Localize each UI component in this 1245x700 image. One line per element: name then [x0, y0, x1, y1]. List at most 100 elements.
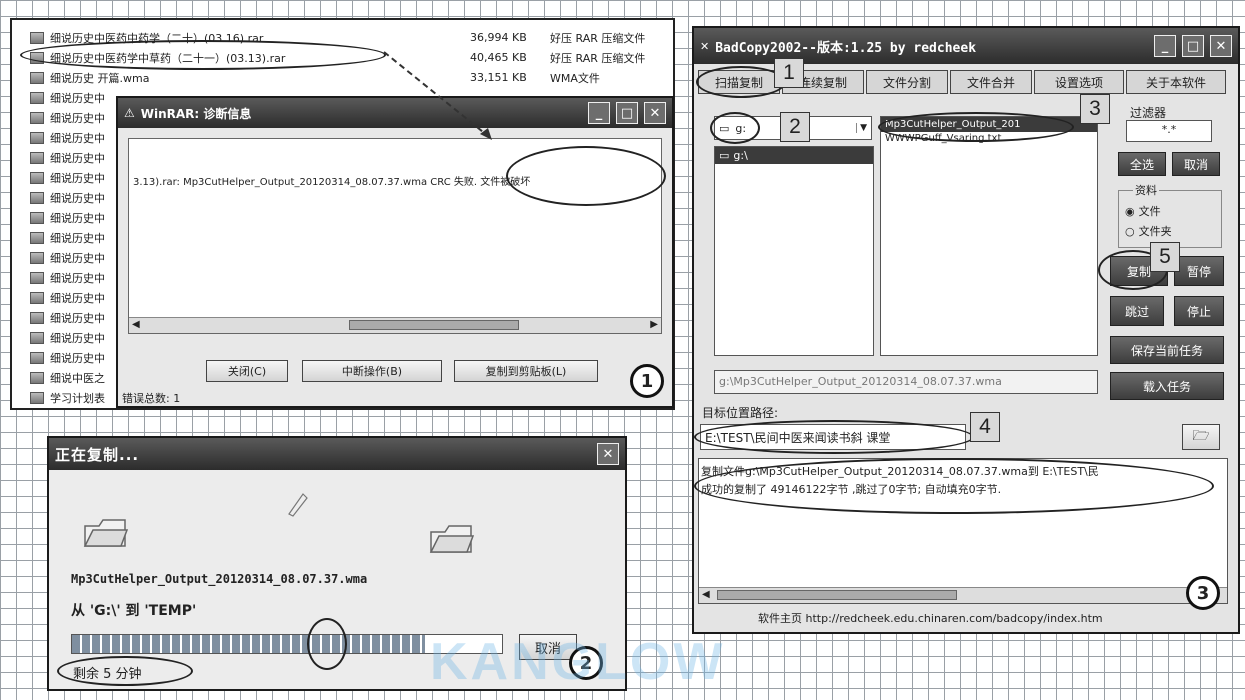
annotation-ellipse: [20, 40, 386, 70]
scroll-left-arrow-icon[interactable]: ◀: [702, 589, 710, 600]
dialog-titlebar: 正在复制... ✕: [49, 438, 625, 470]
file-icon: [30, 311, 44, 324]
copy-from-to: 从 'G:\' 到 'TEMP': [71, 603, 197, 619]
file-list-row[interactable]: 细说历史中: [30, 288, 105, 307]
file-name: 细说历史中: [50, 291, 105, 305]
file-name: 细说历史中: [50, 171, 105, 185]
scroll-thumb[interactable]: [349, 320, 519, 330]
app-icon: ✕: [700, 39, 710, 53]
file-list-row[interactable]: 细说历史中: [30, 348, 105, 367]
horizontal-scrollbar[interactable]: ◀: [699, 587, 1227, 603]
file-name: 细说历史中: [50, 111, 105, 125]
save-task-button[interactable]: 保存当前任务: [1110, 336, 1224, 364]
file-list-row[interactable]: 细说中医之: [30, 368, 105, 387]
maximize-button[interactable]: □: [1182, 35, 1204, 57]
tree-item-label: g:\: [733, 149, 748, 162]
tab-file-split[interactable]: 文件分割: [866, 70, 948, 94]
minimize-button[interactable]: _: [1154, 35, 1176, 57]
file-name: 细说历史中: [50, 351, 105, 365]
select-all-button[interactable]: 全选: [1118, 152, 1166, 176]
file-list-row[interactable]: 细说历史中: [30, 88, 105, 107]
file-icon: [30, 131, 44, 144]
file-icon: [30, 351, 44, 364]
file-list-row[interactable]: 学习计划表: [30, 388, 105, 407]
stop-button[interactable]: 停止: [1174, 296, 1224, 326]
file-list[interactable]: Mp3CutHelper_Output_201 WWWPGuff_Vsaring…: [880, 116, 1098, 356]
file-list-row[interactable]: 细说历史中: [30, 248, 105, 267]
scroll-left-arrow-icon[interactable]: ◀: [132, 319, 140, 330]
step-marker: 3: [1186, 576, 1220, 610]
file-list-row[interactable]: 细说历史中: [30, 328, 105, 347]
copy-to-clipboard-button[interactable]: 复制到剪贴板(L): [454, 360, 598, 382]
file-icon: [30, 231, 44, 244]
radio-checked-icon[interactable]: ◉: [1125, 205, 1135, 218]
copying-filename: Mp3CutHelper_Output_20120314_08.07.37.wm…: [71, 572, 368, 586]
file-list-row[interactable]: 细说历史中: [30, 108, 105, 127]
file-icon: [30, 71, 44, 84]
radio-file[interactable]: ◉ 文件: [1125, 203, 1161, 219]
file-icon: [30, 211, 44, 224]
browse-folder-button[interactable]: 🗁: [1182, 424, 1220, 450]
file-name: 细说中医之: [50, 371, 105, 385]
annotation-ellipse: [710, 112, 760, 144]
pause-button[interactable]: 暂停: [1174, 256, 1224, 286]
tab-settings[interactable]: 设置选项: [1034, 70, 1124, 94]
step-marker: 1: [630, 364, 664, 398]
file-icon: [30, 371, 44, 384]
footer-homepage[interactable]: 软件主页 http://redcheek.edu.chinaren.com/ba…: [758, 610, 1103, 626]
file-list-row[interactable]: 细说历史中: [30, 148, 105, 167]
source-path-field: g:\Mp3CutHelper_Output_20120314_08.07.37…: [714, 370, 1098, 394]
file-name: 细说历史 开篇.wma: [50, 71, 150, 85]
source-folder-icon: [83, 519, 129, 547]
radio-file-label: 文件: [1138, 205, 1161, 218]
clear-selection-button[interactable]: 取消: [1172, 152, 1220, 176]
close-button[interactable]: ✕: [597, 443, 619, 465]
file-name: 细说历史中: [50, 331, 105, 345]
scroll-right-arrow-icon[interactable]: ▶: [650, 319, 658, 330]
dialog-title: WinRAR: 诊断信息: [140, 106, 252, 121]
file-icon: [30, 331, 44, 344]
file-name: 细说历史中: [50, 251, 105, 265]
file-list-row[interactable]: 细说历史中: [30, 268, 105, 287]
file-icon: [30, 151, 44, 164]
radio-unchecked-icon[interactable]: ○: [1125, 225, 1135, 238]
file-list-row[interactable]: 细说历史 开篇.wma 33,151 KB WMA文件: [30, 68, 600, 87]
file-name: 细说历史中: [50, 191, 105, 205]
close-button[interactable]: ✕: [1210, 35, 1232, 57]
close-dialog-button[interactable]: 关闭(C): [206, 360, 288, 382]
file-icon: [30, 271, 44, 284]
break-operation-button[interactable]: 中断操作(B): [302, 360, 442, 382]
minimize-button[interactable]: _: [588, 102, 610, 124]
file-type: WMA文件: [550, 71, 600, 85]
file-list-row[interactable]: 细说历史中: [30, 168, 105, 187]
error-message: 3.13).rar: Mp3CutHelper_Output_20120314_…: [133, 177, 531, 188]
watermark: KANGLOW: [430, 633, 726, 691]
file-icon: [30, 171, 44, 184]
tree-item-root[interactable]: ▭ g:\: [715, 147, 873, 164]
tab-about[interactable]: 关于本软件: [1126, 70, 1226, 94]
file-list-row[interactable]: 细说历史中: [30, 128, 105, 147]
file-icon: [30, 291, 44, 304]
dropdown-arrow-icon[interactable]: ▼: [856, 123, 867, 133]
error-count: 错误总数: 1: [122, 392, 181, 405]
load-task-button[interactable]: 载入任务: [1110, 372, 1224, 400]
folder-browse-icon[interactable]: 🗁: [1192, 425, 1209, 449]
marker-square: 1: [774, 58, 804, 88]
annotation-ellipse: [694, 420, 974, 454]
app-title: BadCopy2002--版本:1.25 by redcheek: [715, 40, 977, 56]
file-list-row[interactable]: 细说历史中: [30, 308, 105, 327]
file-list-row[interactable]: 细说历史中: [30, 228, 105, 247]
folder-tree[interactable]: ▭ g:\: [714, 146, 874, 356]
scroll-thumb[interactable]: [717, 590, 957, 600]
maximize-button[interactable]: □: [616, 102, 638, 124]
skip-button[interactable]: 跳过: [1110, 296, 1164, 326]
tab-file-merge[interactable]: 文件合并: [950, 70, 1032, 94]
file-name: 细说历史中: [50, 311, 105, 325]
file-list-row[interactable]: 细说历史中: [30, 208, 105, 227]
file-list-row[interactable]: 细说历史中: [30, 188, 105, 207]
close-button[interactable]: ✕: [644, 102, 666, 124]
horizontal-scrollbar[interactable]: ◀ ▶: [129, 317, 661, 333]
radio-folder[interactable]: ○ 文件夹: [1125, 223, 1172, 239]
file-icon: [30, 391, 44, 404]
filter-input[interactable]: *.*: [1126, 120, 1212, 142]
